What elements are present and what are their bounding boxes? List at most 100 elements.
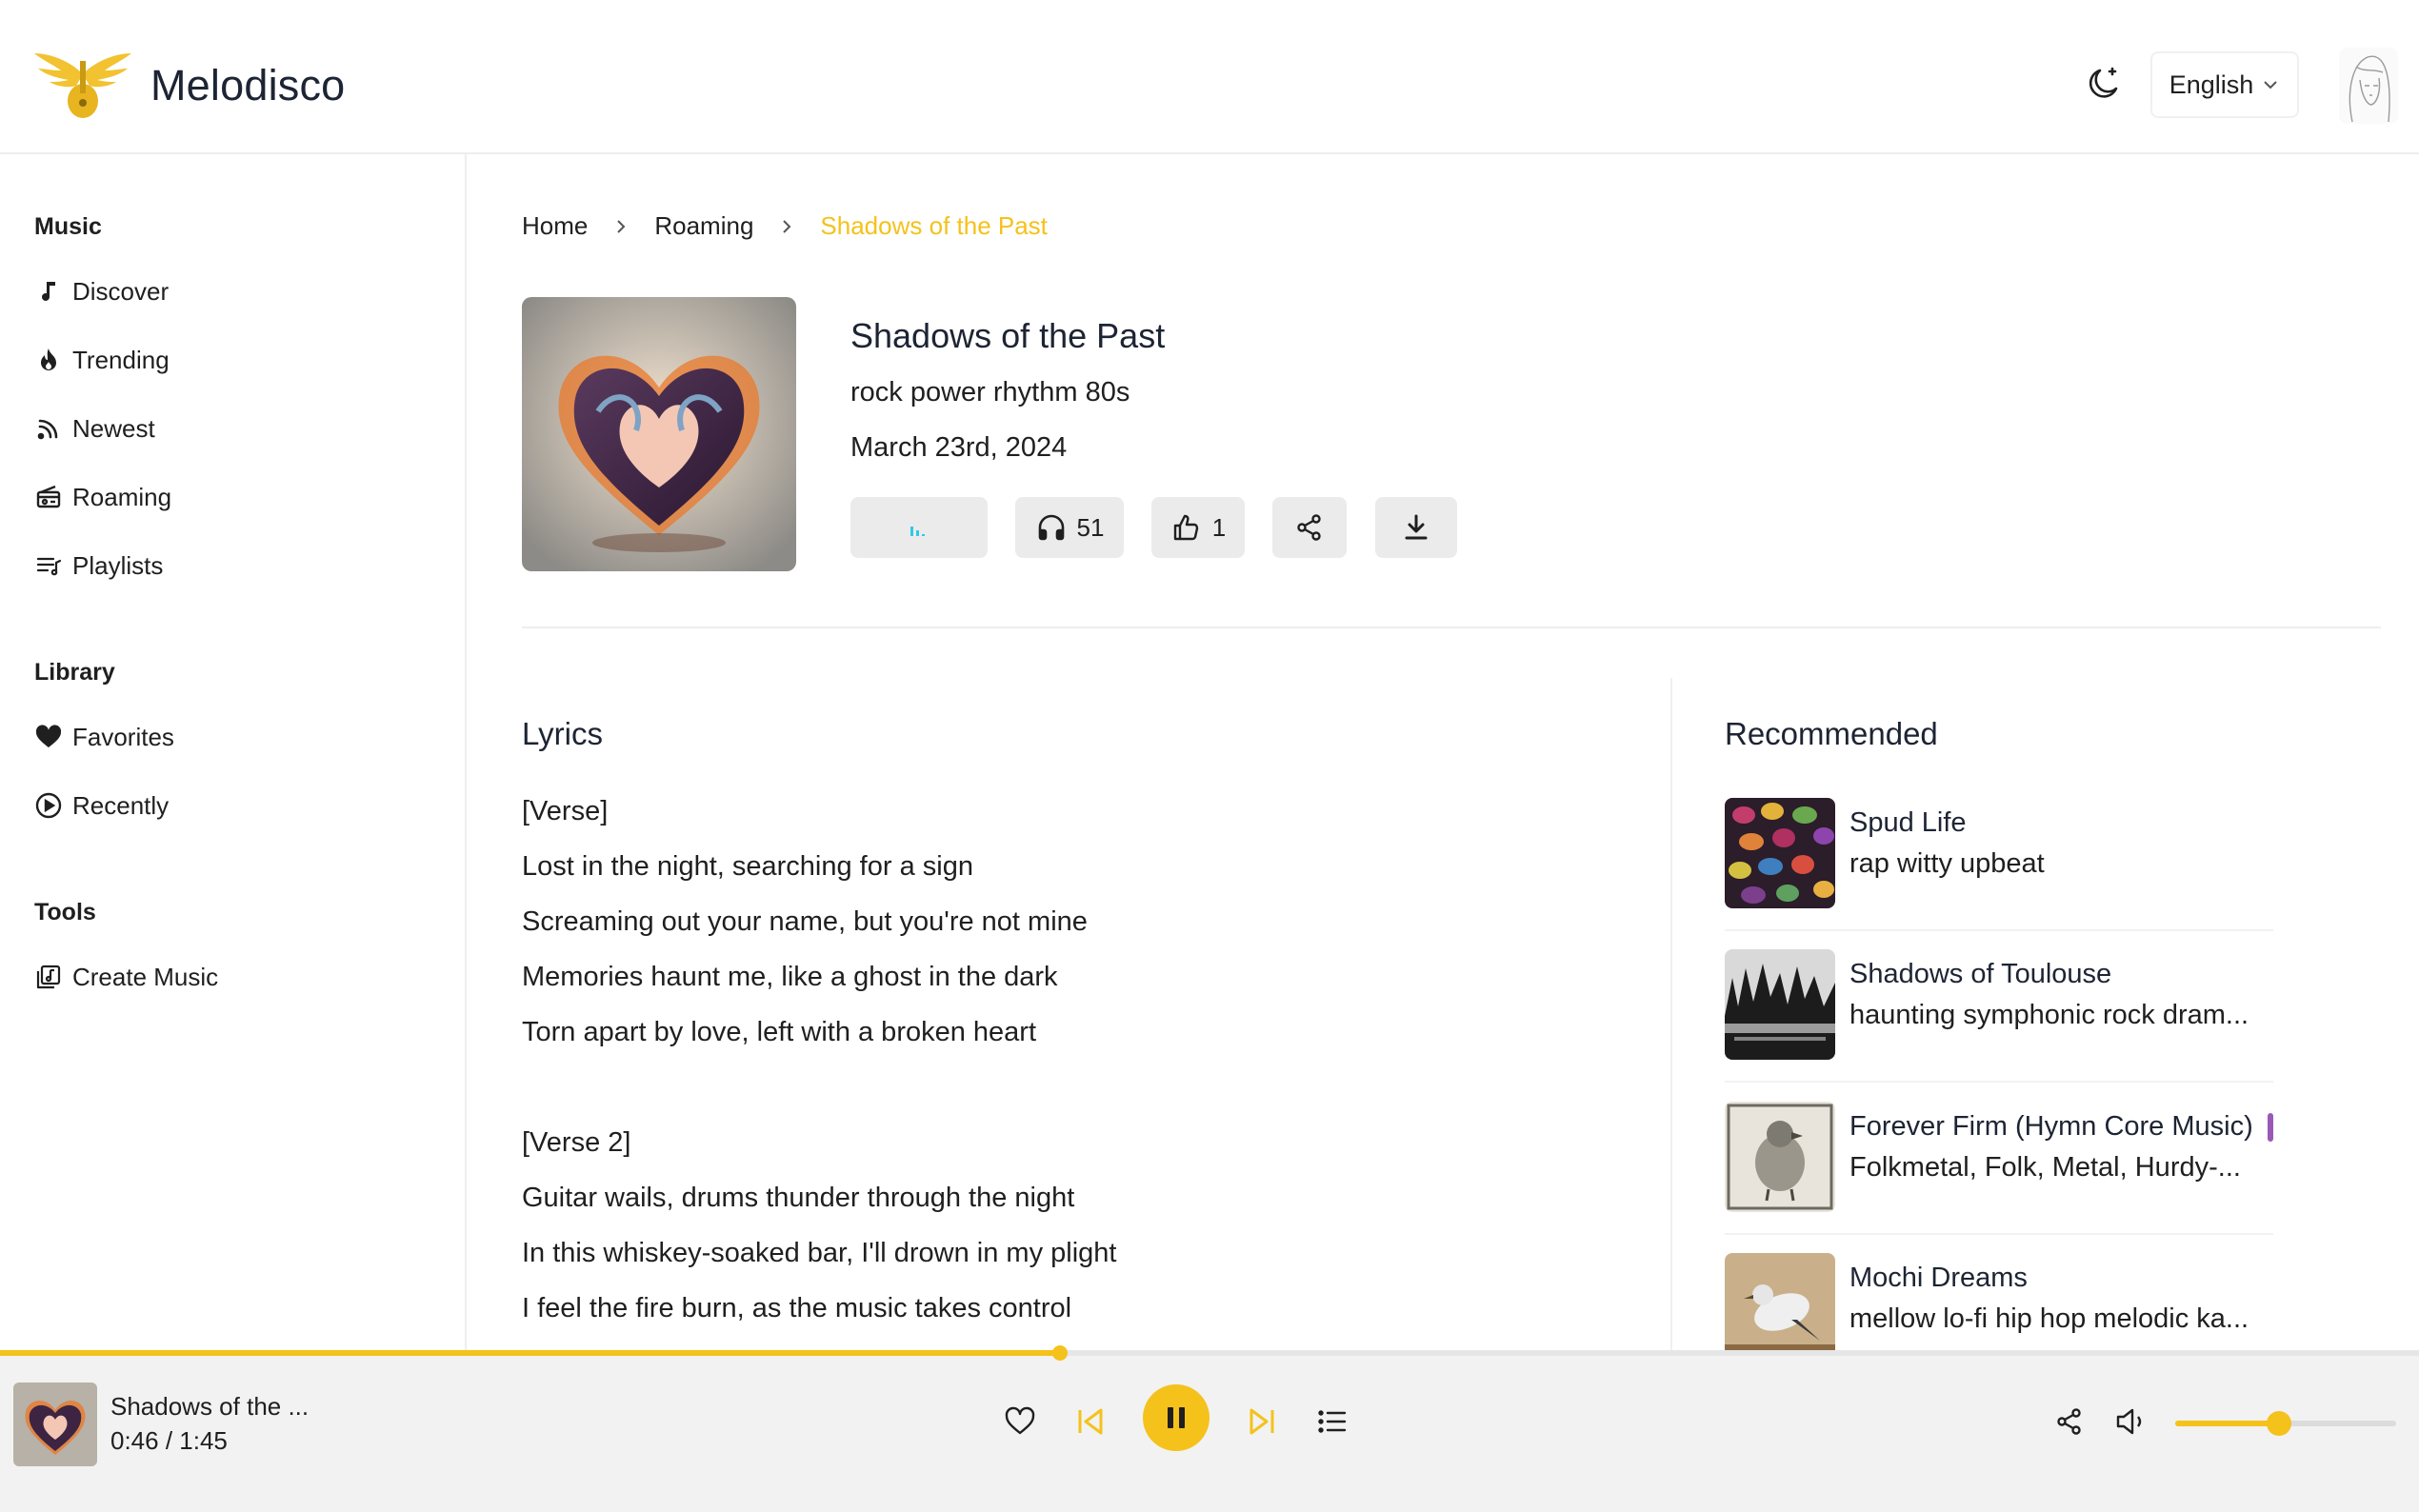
progress-fill: [0, 1350, 1060, 1356]
sidebar-heading-library: Library: [34, 659, 115, 686]
sidebar-item-label: Roaming: [72, 482, 172, 511]
lyric-line: [522, 1068, 1617, 1124]
queue-button[interactable]: [1316, 1405, 1349, 1438]
music-note-icon: [42, 282, 55, 301]
plays-count-button[interactable]: 51: [1015, 497, 1124, 558]
sidebar-item-label: Newest: [72, 413, 155, 443]
song-title: Shadows of the Past: [850, 316, 1166, 355]
sidebar: Music Discover Trending Newest Roaming P…: [0, 154, 467, 1352]
song-tags: rock power rhythm 80s: [850, 377, 1130, 408]
recommended-item[interactable]: Spud Life rap witty upbeat: [1725, 798, 2273, 931]
app-header: Melodisco English: [0, 0, 2419, 154]
sidebar-item-trending[interactable]: Trending: [34, 341, 170, 379]
song-date: March 23rd, 2024: [850, 432, 1068, 463]
badge-edge: [2268, 1113, 2273, 1142]
chevron-right-icon: [783, 219, 791, 233]
skip-back-icon: [1078, 1408, 1103, 1435]
headphones-icon: [1038, 514, 1064, 541]
language-label: English: [2169, 70, 2254, 99]
lyrics-title: Lyrics: [522, 716, 603, 751]
sidebar-item-label: Playlists: [72, 550, 164, 580]
avatar[interactable]: [2339, 48, 2398, 124]
radio-icon: [36, 485, 61, 508]
sidebar-item-playlists[interactable]: Playlists: [34, 547, 163, 585]
sidebar-heading-music: Music: [34, 213, 102, 240]
breadcrumb-roaming[interactable]: Roaming: [654, 211, 753, 241]
next-button[interactable]: [1246, 1405, 1278, 1438]
recommended-thumbnail: [1725, 798, 1835, 908]
recommended-item[interactable]: Mochi Dreams mellow lo-fi hip hop melodi…: [1725, 1253, 2273, 1350]
plays-count: 51: [1076, 512, 1105, 542]
now-playing-title: Shadows of the ...: [110, 1392, 310, 1421]
sidebar-item-label: Trending: [72, 345, 170, 374]
pause-icon: [1168, 1407, 1185, 1428]
volume-button[interactable]: [2114, 1405, 2149, 1438]
rss-icon: [37, 419, 58, 440]
pause-button[interactable]: [1143, 1384, 1210, 1451]
lyric-line: Guitar wails, drums thunder through the …: [522, 1183, 1075, 1213]
lyric-line: Lost in the night, searching for a sign: [522, 851, 973, 882]
recommended-item-title: Shadows of Toulouse: [1849, 959, 2112, 989]
recommended-item-title: Forever Firm (Hymn Core Music): [1849, 1111, 2253, 1142]
recommended-thumbnail: [1725, 1102, 1835, 1212]
chevron-right-icon: [617, 219, 626, 233]
download-button[interactable]: [1375, 497, 1457, 558]
previous-button[interactable]: [1074, 1405, 1107, 1438]
language-select[interactable]: English: [2150, 51, 2299, 118]
volume-fill: [2175, 1421, 2280, 1426]
volume-handle[interactable]: [2267, 1411, 2292, 1436]
favorite-button[interactable]: [1004, 1405, 1036, 1438]
recommended-title: Recommended: [1725, 716, 1938, 751]
sidebar-item-roaming[interactable]: Roaming: [34, 478, 171, 516]
sidebar-item-create-music[interactable]: Create Music: [34, 958, 218, 996]
lyric-line: In this whiskey-soaked bar, I'll drown i…: [522, 1238, 1117, 1268]
sidebar-item-label: Favorites: [72, 722, 174, 751]
progress-handle[interactable]: [1051, 1345, 1068, 1361]
sidebar-item-discover[interactable]: Discover: [34, 272, 169, 310]
logo-icon[interactable]: [32, 48, 133, 124]
queue-list-icon: [1318, 1410, 1347, 1433]
lyric-line: I feel the fire burn, as the music takes…: [522, 1293, 1072, 1323]
recommended-item[interactable]: Shadows of Toulouse haunting symphonic r…: [1725, 949, 2273, 1083]
share-song-button[interactable]: [1272, 497, 1347, 558]
lyric-line: Torn apart by love, left with a broken h…: [522, 1017, 1037, 1047]
recommended-item-subtitle: rap witty upbeat: [1849, 848, 2045, 879]
volume-icon: [2116, 1408, 2142, 1435]
sidebar-heading-tools: Tools: [34, 899, 96, 925]
lyrics-body: [Verse] Lost in the night, searching for…: [522, 792, 1617, 1344]
song-cover: [522, 297, 796, 571]
sidebar-item-newest[interactable]: Newest: [34, 409, 155, 448]
thumbs-up-icon: [1173, 514, 1198, 541]
likes-count: 1: [1211, 512, 1227, 542]
share-icon: [1297, 514, 1321, 541]
sidebar-item-label: Create Music: [72, 962, 219, 991]
breadcrumb: Home Roaming Shadows of the Past: [522, 211, 1048, 241]
recommended-item[interactable]: Forever Firm (Hymn Core Music) Folkmetal…: [1725, 1102, 2273, 1235]
recommended-item-title: Spud Life: [1849, 807, 1967, 838]
progress-track[interactable]: [0, 1345, 2419, 1361]
share-player-button[interactable]: [2053, 1405, 2086, 1438]
heart-icon: [35, 725, 62, 747]
dark-mode-icon[interactable]: [2084, 63, 2126, 105]
sidebar-item-recently[interactable]: Recently: [34, 786, 169, 825]
breadcrumb-home[interactable]: Home: [522, 211, 588, 241]
chevron-down-icon: [2264, 81, 2277, 90]
column-divider: [1670, 678, 1672, 1352]
download-icon: [1405, 514, 1428, 540]
flame-icon: [41, 348, 56, 370]
lyric-line: [Verse]: [522, 796, 609, 826]
lyric-line: [Verse 2]: [522, 1127, 631, 1158]
brand-name[interactable]: Melodisco: [150, 61, 345, 110]
recommended-thumbnail: [1725, 1253, 1835, 1350]
play-song-button[interactable]: [850, 497, 988, 558]
lyric-line: Memories haunt me, like a ghost in the d…: [522, 962, 1058, 992]
sidebar-item-favorites[interactable]: Favorites: [34, 718, 174, 756]
like-button[interactable]: 1: [1151, 497, 1245, 558]
equalizer-icon: [910, 527, 925, 536]
volume-slider[interactable]: [2175, 1411, 2396, 1436]
content-divider: [522, 627, 2381, 628]
breadcrumb-current: Shadows of the Past: [820, 211, 1048, 240]
create-music-icon: [36, 965, 61, 989]
play-circle-icon: [35, 792, 62, 819]
lyric-line: Screaming out your name, but you're not …: [522, 906, 1088, 937]
